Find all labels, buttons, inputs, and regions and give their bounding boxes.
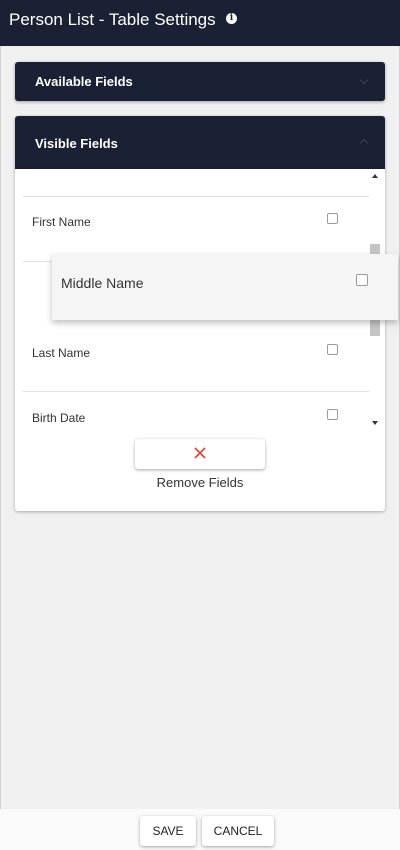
cancel-button[interactable]: CANCEL xyxy=(202,816,274,846)
dragging-list-item[interactable]: Middle Name xyxy=(52,254,398,320)
visible-fields-list: First Name Last Name Birth Date Remove F… xyxy=(15,169,385,511)
visible-fields-panel-header[interactable]: Visible Fields xyxy=(15,116,385,169)
list-divider xyxy=(23,196,369,197)
remove-fields-button[interactable] xyxy=(135,439,265,469)
field-checkbox[interactable] xyxy=(327,344,338,355)
field-label: Last Name xyxy=(32,346,91,360)
save-button[interactable]: SAVE xyxy=(140,816,196,846)
field-checkbox[interactable] xyxy=(356,274,368,286)
page-title: Person List - Table Settings xyxy=(9,10,216,29)
close-icon xyxy=(194,447,206,459)
field-label: First Name xyxy=(32,215,91,229)
available-fields-label: Available Fields xyxy=(35,74,133,89)
field-checkbox[interactable] xyxy=(327,213,338,224)
field-label: Birth Date xyxy=(32,411,86,425)
chevron-down-icon xyxy=(359,75,369,85)
available-fields-panel-header[interactable]: Available Fields xyxy=(15,62,385,101)
scroll-down-arrow-icon[interactable] xyxy=(372,421,378,425)
list-divider xyxy=(23,391,369,392)
scroll-up-arrow-icon[interactable] xyxy=(372,174,378,178)
chevron-up-icon xyxy=(359,138,369,148)
field-label: Middle Name xyxy=(61,275,144,291)
remove-fields-label: Remove Fields xyxy=(156,475,244,490)
visible-fields-label: Visible Fields xyxy=(35,136,118,151)
info-icon[interactable]: i xyxy=(226,13,237,24)
app-header: Person List - Table Settings i xyxy=(0,0,400,46)
footer-bar: SAVE CANCEL xyxy=(0,809,400,850)
field-checkbox[interactable] xyxy=(327,409,338,420)
